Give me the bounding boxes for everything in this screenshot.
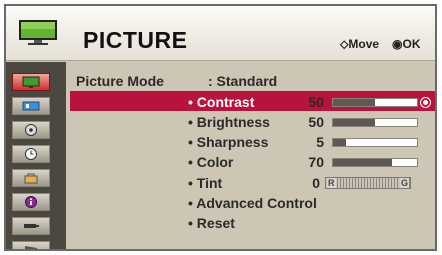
lock-icon bbox=[24, 173, 38, 184]
tint-value: 0 bbox=[312, 175, 320, 191]
sidebar-item-input[interactable] bbox=[12, 217, 50, 235]
tint-green-label: G bbox=[399, 178, 409, 188]
move-hint: ⬦Move bbox=[340, 37, 380, 51]
sidebar-item-lock[interactable] bbox=[12, 169, 50, 187]
picture-mode-label[interactable]: Picture Mode bbox=[76, 73, 164, 89]
brightness-value: 50 bbox=[308, 114, 324, 130]
picture-icon bbox=[22, 76, 40, 88]
reset-item[interactable]: • Reset bbox=[188, 215, 235, 231]
sidebar-item-audio[interactable] bbox=[12, 97, 50, 115]
brightness-label[interactable]: • Brightness bbox=[188, 114, 270, 130]
color-slider[interactable] bbox=[332, 158, 418, 167]
ok-hint: ◉OK bbox=[392, 37, 421, 51]
color-value: 70 bbox=[308, 154, 324, 170]
input-icon bbox=[24, 224, 39, 228]
tint-label[interactable]: • Tint bbox=[188, 175, 222, 191]
sharpness-label[interactable]: • Sharpness bbox=[188, 134, 268, 150]
sharpness-value: 5 bbox=[316, 134, 324, 150]
clock-icon bbox=[25, 148, 37, 160]
audio-icon bbox=[22, 101, 40, 111]
picture-menu-window: PICTURE ⬦Move ◉OK Picture Mode: Standar… bbox=[4, 4, 437, 251]
contrast-label[interactable]: • Contrast bbox=[188, 94, 254, 110]
ok-circle-icon bbox=[420, 97, 431, 108]
sidebar-item-disc[interactable] bbox=[12, 121, 50, 139]
menu-header: PICTURE ⬦Move ◉OK bbox=[6, 6, 435, 61]
brightness-slider[interactable] bbox=[332, 118, 418, 127]
color-level bbox=[333, 159, 392, 166]
color-label[interactable]: • Color bbox=[188, 154, 233, 170]
category-sidebar bbox=[6, 62, 66, 249]
advanced-control-item[interactable]: • Advanced Control bbox=[188, 195, 317, 211]
brightness-level bbox=[333, 119, 375, 126]
sharpness-level bbox=[333, 139, 347, 146]
clapper-icon bbox=[25, 245, 37, 249]
tint-red-label: R bbox=[327, 178, 336, 188]
tv-icon bbox=[19, 20, 57, 45]
settings-panel: Picture Mode : Standard • Contrast 50 • … bbox=[68, 62, 435, 249]
picture-mode-value: : Standard bbox=[208, 73, 278, 89]
sidebar-item-picture[interactable] bbox=[12, 73, 50, 91]
sidebar-item-time[interactable] bbox=[12, 145, 50, 163]
sidebar-item-info[interactable] bbox=[12, 193, 50, 211]
tint-slider[interactable]: R G bbox=[325, 177, 411, 189]
contrast-slider[interactable] bbox=[332, 98, 418, 107]
contrast-level bbox=[333, 99, 375, 106]
page-title: PICTURE bbox=[83, 27, 188, 53]
ok-button-icon: ◉ bbox=[392, 37, 403, 51]
disc-icon bbox=[25, 124, 37, 136]
sidebar-item-movie[interactable] bbox=[12, 241, 50, 249]
contrast-value: 50 bbox=[308, 94, 324, 110]
info-icon bbox=[25, 196, 37, 208]
sharpness-slider[interactable] bbox=[332, 138, 418, 147]
